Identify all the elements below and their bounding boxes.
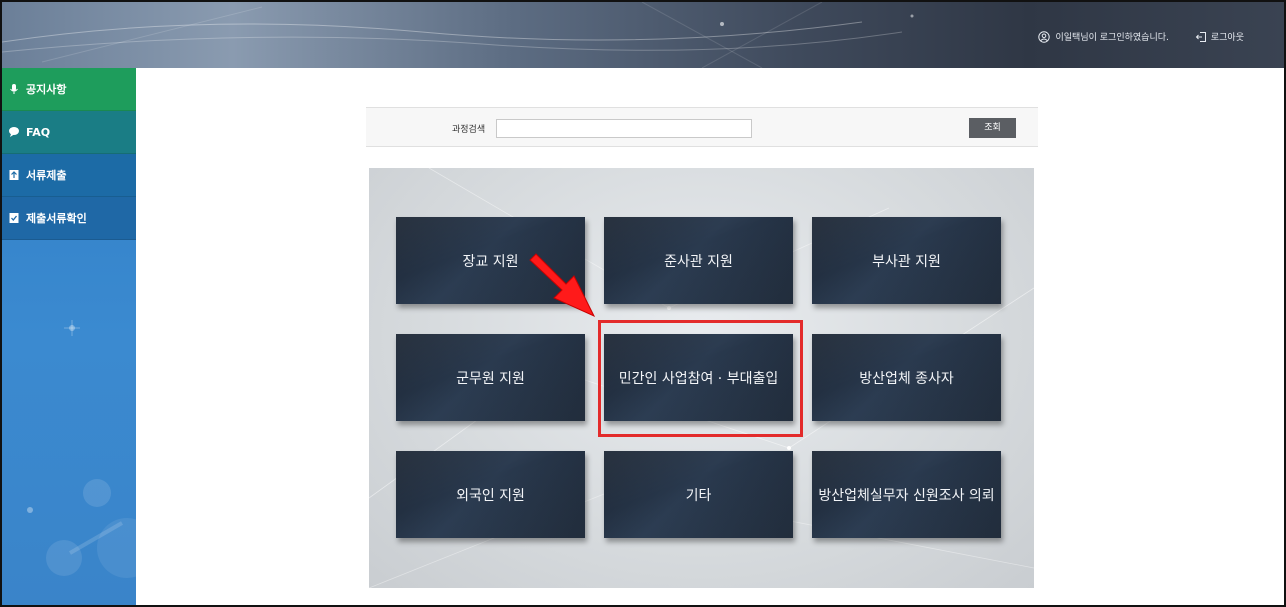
tile-label: 장교 지원 [462,253,519,270]
logout-label: 로그아웃 [1210,33,1244,43]
tile-label: 준사관 지원 [664,253,733,270]
tile-label: 군무원 지원 [456,370,525,387]
sidebar-item-faq[interactable]: FAQ [2,111,136,154]
search-label: 과정검색 [452,125,486,135]
tile-label: 기타 [685,487,712,504]
tile-label: 방산업체 종사자 [859,370,954,387]
mic-icon [10,84,18,94]
tile-foreigner[interactable]: 외국인 지원 [396,451,585,538]
upload-icon [9,170,19,180]
tile-other[interactable]: 기타 [604,451,793,538]
sidebar-decoration [27,320,136,578]
sidebar-item-label: 공지사항 [26,83,67,96]
tile-civilian-employee[interactable]: 군무원 지원 [396,334,585,421]
chat-icon [9,127,19,137]
tile-label: 부사관 지원 [872,253,941,270]
tile-nco[interactable]: 부사관 지원 [812,217,1001,304]
search-button[interactable]: 조회 [969,118,1016,138]
sidebar-item-check[interactable]: 제출서류확인 [2,197,136,240]
tile-warrant-officer[interactable]: 준사관 지원 [604,217,793,304]
top-header: 이일택님이 로그인하였습니다. 로그아웃 [2,2,1284,68]
tile-defense-industry-worker[interactable]: 방산업체 종사자 [812,334,1001,421]
sidebar-item-label: 서류제출 [26,169,67,182]
tile-label: 외국인 지원 [456,487,525,504]
sidebar-item-notice[interactable]: 공지사항 [2,68,136,111]
tile-defense-background-check[interactable]: 방산업체실무자 신원조사 의뢰 [812,451,1001,538]
check-doc-icon [9,213,19,223]
logout-link[interactable]: 로그아웃 [1195,30,1244,43]
logout-icon [1195,31,1206,42]
user-area: 이일택님이 로그인하였습니다. 로그아웃 [1037,30,1244,43]
course-search-input[interactable] [496,119,752,138]
app-frame: 이일택님이 로그인하였습니다. 로그아웃 공지사항 FAQ 서류제출 제출서류확… [0,0,1286,607]
sidebar-item-label: 제출서류확인 [26,212,87,225]
course-search-bar: 과정검색 조회 [366,107,1038,147]
user-icon [1037,30,1050,43]
user-login-message: 이일택님이 로그인하였습니다. [1055,33,1169,43]
sidebar-item-label: FAQ [26,125,51,139]
tile-label: 방산업체실무자 신원조사 의뢰 [818,487,995,504]
red-arrow-icon [529,253,596,318]
sidebar: 공지사항 FAQ 서류제출 제출서류확인 [2,68,136,605]
tile-label: 민간인 사업참여 · 부대출입 [618,370,779,387]
sidebar-item-submit[interactable]: 서류제출 [2,154,136,197]
